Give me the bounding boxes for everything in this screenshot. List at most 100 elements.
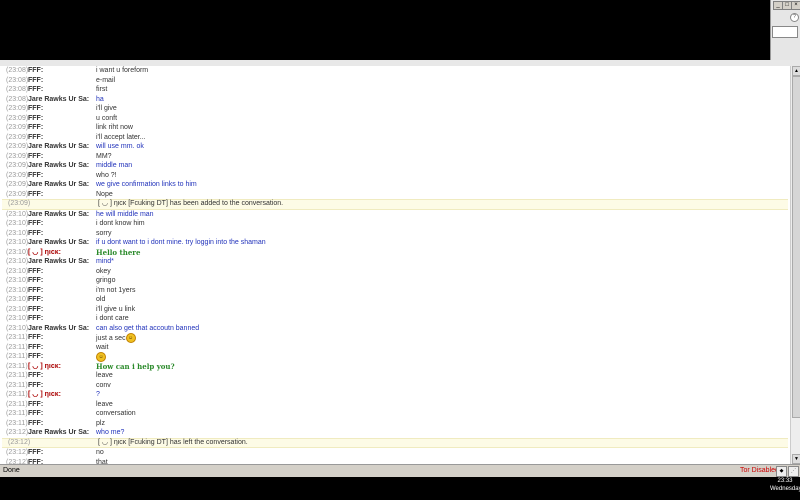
message-body: leave [96,372,113,379]
scroll-thumb[interactable] [792,76,800,418]
sender-name: FFF: [28,334,44,341]
chat-message: (23:10) Jare Rawks Ur Sa: if u dont want t… [0,238,790,248]
timestamp: (23:08) [6,67,29,74]
message-body: [ ◡ ] ηιcκ [Fcuking DT] has been added t… [98,200,284,207]
message-body: sorry [96,229,112,237]
message-text: i'll accept later... [96,133,146,143]
chat-scrollbar[interactable]: ▲ ▼ [790,66,800,464]
chat-message: (23:10) Jare Rawks Ur Sa: he will middle m… [0,210,790,220]
chat-message: (23:10) Jare Rawks Ur Sa: can also get tha… [0,324,790,334]
chat-message: (23:11) FFF: conv [0,381,790,391]
message-body: ha [96,95,104,103]
chat-message: (23:09) Jare Rawks Ur Sa: will use mm. ok [0,142,790,152]
timestamp: (23:11) [6,343,28,351]
chat-message: (23:10) FFF: i dont care [0,314,790,324]
chat-message: (23:10) FFF: i dont know him [0,219,790,229]
message-text: MM? [96,152,112,162]
timestamp: (23:09) [6,124,29,131]
message-text: Hello there [96,248,140,258]
chat-message: (23:10) FFF: sorry [0,229,790,239]
chat-message: (23:11) FFF: conversation [0,409,790,419]
chat-message: (23:09) Jare Rawks Ur Sa: middle man [0,161,790,171]
message-body: e-mail [96,76,116,84]
message-body: conv [96,381,111,389]
message-text: old [96,295,105,305]
top-black-region [0,0,770,60]
sender-name: Jare Rawks Ur Sa: [28,143,90,150]
sender-name: Jare Rawks Ur Sa: [28,210,90,218]
message-body: leave [96,400,113,408]
chat-message: (23:09) Jare Rawks Ur Sa: we give confirma… [0,180,790,190]
timestamp: (23:10) [6,305,29,313]
sender-name: FFF: [28,296,44,303]
message-body: just a sec [96,334,126,342]
sender-name: Jare Rawks Ur Sa: [28,429,90,436]
sender-name: Jare Rawks Ur Sa: [28,95,90,103]
message-body: MM? [96,152,112,160]
sender-name: FFF: [28,343,44,351]
chat-message: (23:11) FFF: leave [0,400,790,410]
chat-message: (23:11) FFF: wait [0,343,790,353]
sender-name: Jare Rawks Ur Sa: [28,258,90,265]
timestamp: (23:09) [6,181,29,188]
message-body: u conft [96,114,118,122]
sender-name: FFF: [28,400,44,408]
status-text: Done [3,467,20,474]
timestamp: (23:12) [6,449,29,456]
message-body: i dont know him [96,220,145,227]
tor-icon[interactable]: ◆ [776,466,787,477]
message-body: i'm not 1yers [96,286,136,294]
message-body: Hello there [96,247,141,257]
timestamp: (23:09) [6,152,29,160]
message-text: u conft [96,114,117,124]
message-body: first [96,86,108,93]
chat-message: (23:12) FFF: no [0,448,790,458]
message-text: i dont care [96,314,129,324]
message-body: plz [96,419,105,427]
chat-log: (23:08) FFF: i want u foreform (23:08) FFF: e… [0,66,790,464]
message-text: mind* [96,257,114,267]
clock-time: 23:33 [777,478,793,484]
chat-message: (23:11) FFF: leave [0,371,790,381]
timestamp: (23:10) [6,315,29,322]
chat-message: (23:10) FFF: gringo [0,276,790,286]
message-body: wait [96,343,109,351]
sender-name: FFF: [28,449,44,456]
chat-message: (23:08) FFF: first [0,85,790,95]
message-body: Nope [96,190,113,198]
system-message: (23:09) [ ◡ ] ηιcκ [Fcuking DT] has been … [2,199,788,210]
sender-name: FFF: [28,86,44,93]
message-text: i'll give u link [96,305,135,315]
message-text: can also get that accoutn banned [96,324,199,334]
timestamp: (23:09) [6,190,29,198]
timestamp: (23:10) [6,267,29,275]
timestamp: (23:09) [6,114,29,122]
sender-name: FFF: [28,286,44,294]
chat-message: (23:11) FFF: just a sec ☺ [0,333,790,343]
search-input[interactable] [772,26,798,38]
message-text: leave [96,400,113,410]
help-icon[interactable]: ? [790,13,799,22]
timestamp: (23:09) [6,143,29,150]
message-body: i'll give u link [96,305,136,313]
scroll-up-arrow-icon[interactable]: ▲ [792,66,800,76]
chat-message: (23:09) FFF: i'll accept later... [0,133,790,143]
timestamp: (23:12) [8,438,31,446]
message-body: How can i help you? [96,361,175,371]
tor-status[interactable]: Tor Disabled [740,467,779,474]
sender-name: FFF: [28,419,44,427]
close-button[interactable]: × [791,1,800,10]
message-body: link riht now [96,124,133,131]
chat-message: (23:11)[ ◡ ] ηιcκ: How can i help you? [0,362,790,372]
message-text: leave [96,371,113,381]
sender-name: FFF: [28,267,44,275]
chat-message: (23:12) Jare Rawks Ur Sa: who me? [0,428,790,438]
message-body: gringo [96,277,116,284]
timestamp: (23:10) [6,229,29,237]
chat-message: (23:09) FFF: MM? [0,152,790,162]
taskbar-clock[interactable]: 23:33 Wednesday [770,477,800,500]
message-body: okey [96,267,111,275]
scroll-down-arrow-icon[interactable]: ▼ [792,454,800,464]
timestamp: (23:11) [6,419,28,427]
chat-message: (23:09) FFF: Nope [0,190,790,200]
